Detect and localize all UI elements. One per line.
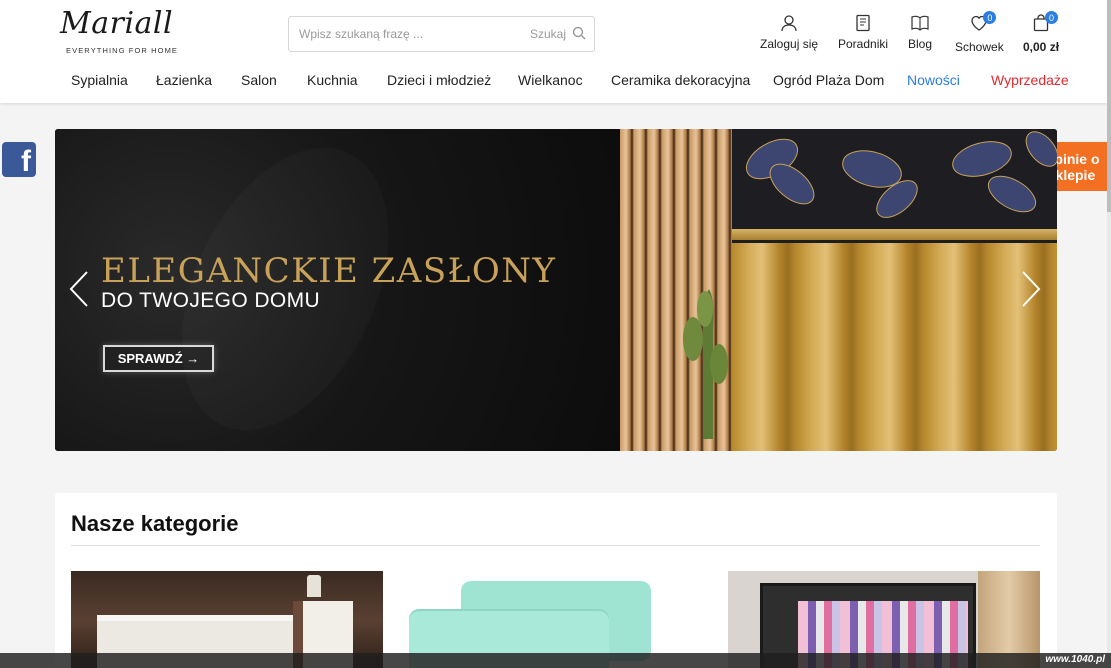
slider-prev-arrow[interactable] <box>67 269 91 309</box>
guide-book-icon <box>856 14 870 32</box>
facebook-icon[interactable]: f <box>2 142 36 177</box>
cactus-image <box>683 289 728 439</box>
chevron-right-icon <box>1022 271 1041 307</box>
chevron-left-icon <box>69 271 88 307</box>
categories-divider <box>71 545 1040 546</box>
search-button-label: Szukaj <box>529 27 566 41</box>
open-book-icon <box>911 15 929 31</box>
guides-link[interactable]: Poradniki <box>838 14 888 51</box>
search-button[interactable]: Szukaj <box>530 17 586 51</box>
nav-item-nowosci[interactable]: Nowości <box>907 72 960 88</box>
cart-icon-wrap: 0 <box>1032 11 1059 40</box>
cart-total: 0,00 zł <box>1023 40 1060 54</box>
nav-item-salon[interactable]: Salon <box>241 72 277 88</box>
nav-item-wielkanoc[interactable]: Wielkanoc <box>518 72 583 88</box>
nav-item-ogrod[interactable]: Ogród Plaża Dom <box>773 72 884 88</box>
banner-cta-button[interactable]: SPRAWDŹ → <box>103 345 214 372</box>
banner-title: ELEGANCKIE ZASŁONY <box>101 251 557 291</box>
curtain-rod <box>732 225 1057 243</box>
user-icon <box>781 15 797 32</box>
flower-pattern <box>732 129 1057 229</box>
nav-item-wyprzedaze[interactable]: Wyprzedaże <box>991 72 1069 88</box>
search-input[interactable] <box>299 17 519 51</box>
wishlist-link[interactable]: 0 Schowek <box>955 11 1004 54</box>
main-nav: Sypialnia Łazienka Salon Kuchnia Dzieci … <box>54 72 1069 92</box>
hero-banner[interactable]: ELEGANCKIE ZASŁONY DO TWOJEGO DOMU SPRAW… <box>55 129 1057 451</box>
nav-item-kuchnia[interactable]: Kuchnia <box>307 72 358 88</box>
cart-count-badge: 0 <box>1045 11 1059 24</box>
nav-item-dzieci[interactable]: Dzieci i młodzież <box>387 72 491 88</box>
categories-title: Nasze kategorie <box>71 511 239 536</box>
cart-link[interactable]: 0 0,00 zł <box>1023 11 1060 54</box>
guides-label: Poradniki <box>838 37 889 51</box>
blog-link[interactable]: Blog <box>908 14 932 51</box>
blog-label: Blog <box>908 37 933 51</box>
nav-item-lazienka[interactable]: Łazienka <box>156 72 212 88</box>
logo-script: Mariall <box>60 6 174 41</box>
gold-curtain <box>732 243 1057 451</box>
lamp-shape <box>307 575 321 597</box>
watermark: www.1040.pl <box>1045 654 1105 665</box>
search-icon <box>572 26 586 43</box>
slider-next-arrow[interactable] <box>1019 269 1043 309</box>
nav-item-ceramika[interactable]: Ceramika dekoracyjna <box>611 72 750 88</box>
logo-tagline: EVERYTHING FOR HOME <box>66 46 179 55</box>
login-link[interactable]: Zaloguj się <box>760 14 818 51</box>
site-header: Mariall EVERYTHING FOR HOME Szukaj Zalog… <box>0 0 1107 103</box>
banner-subtitle: DO TWOJEGO DOMU <box>101 289 321 312</box>
logo[interactable]: Mariall EVERYTHING FOR HOME <box>54 6 184 58</box>
search-box: Szukaj <box>288 16 595 52</box>
wishlist-label: Schowek <box>955 40 1004 54</box>
login-label: Zaloguj się <box>760 37 819 51</box>
bottom-overlay-bar: www.1040.pl <box>0 653 1111 668</box>
wishlist-count-badge: 0 <box>983 11 997 24</box>
page-scrollbar-thumb[interactable] <box>1107 0 1111 212</box>
nav-item-sypialnia[interactable]: Sypialnia <box>71 72 128 88</box>
categories-section: Nasze kategorie <box>55 493 1057 668</box>
wishlist-icon-wrap: 0 <box>970 11 997 40</box>
